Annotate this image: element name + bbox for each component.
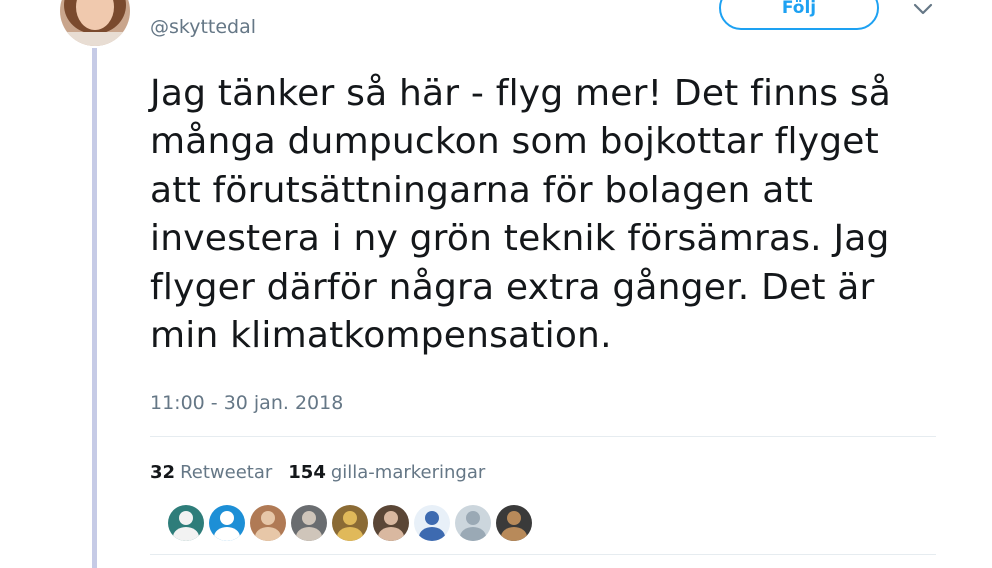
divider [150, 436, 936, 437]
tweet-text: Jag tänker så här - flyg mer! Det finns … [150, 73, 892, 357]
liker-avatar-9[interactable] [496, 505, 532, 541]
liker-avatar-7[interactable] [414, 505, 450, 541]
author-avatar[interactable] [60, 0, 130, 46]
follow-button[interactable]: Följ [719, 0, 879, 30]
retweets-stat[interactable]: 32 Retweetar [150, 460, 272, 486]
retweets-label: Retweetar [180, 462, 273, 483]
avatar-head [507, 511, 521, 525]
avatar-head [425, 511, 439, 525]
avatar-head [466, 511, 480, 525]
liker-avatar-3[interactable] [250, 505, 286, 541]
avatar-body [501, 527, 527, 541]
liker-avatar-8[interactable] [455, 505, 491, 541]
avatar-body [378, 527, 404, 541]
avatar-head [343, 511, 357, 525]
avatar-body [296, 527, 322, 541]
avatar-body [460, 527, 486, 541]
liker-avatar-6[interactable] [373, 505, 409, 541]
liker-avatar-4[interactable] [291, 505, 327, 541]
tweet-timestamp[interactable]: 11:00 - 30 jan. 2018 [150, 390, 343, 416]
avatar-body [255, 527, 281, 541]
likes-count: 154 [288, 462, 326, 483]
retweets-count: 32 [150, 462, 176, 483]
avatar-head [179, 511, 193, 525]
author-handle[interactable]: @skyttedal [150, 15, 256, 39]
avatar-body [173, 527, 199, 541]
divider-bottom [150, 554, 936, 555]
avatar-head [302, 511, 316, 525]
avatar-body [419, 527, 445, 541]
liker-avatar-5[interactable] [332, 505, 368, 541]
likes-stat[interactable]: 154 gilla-markeringar [288, 460, 485, 486]
likes-label: gilla-markeringar [330, 462, 486, 483]
chevron-down-icon[interactable] [912, 2, 934, 16]
avatar-head [220, 511, 234, 525]
avatar-head [261, 511, 275, 525]
likers-avatar-list [168, 505, 532, 541]
tweet-stats: 32 Retweetar 154 gilla-markeringar [150, 460, 485, 486]
thread-line [92, 48, 97, 568]
avatar-body [214, 527, 240, 541]
avatar-head [384, 511, 398, 525]
avatar-shirt [60, 32, 130, 46]
liker-avatar-1[interactable] [168, 505, 204, 541]
liker-avatar-2[interactable] [209, 505, 245, 541]
avatar-body [337, 527, 363, 541]
